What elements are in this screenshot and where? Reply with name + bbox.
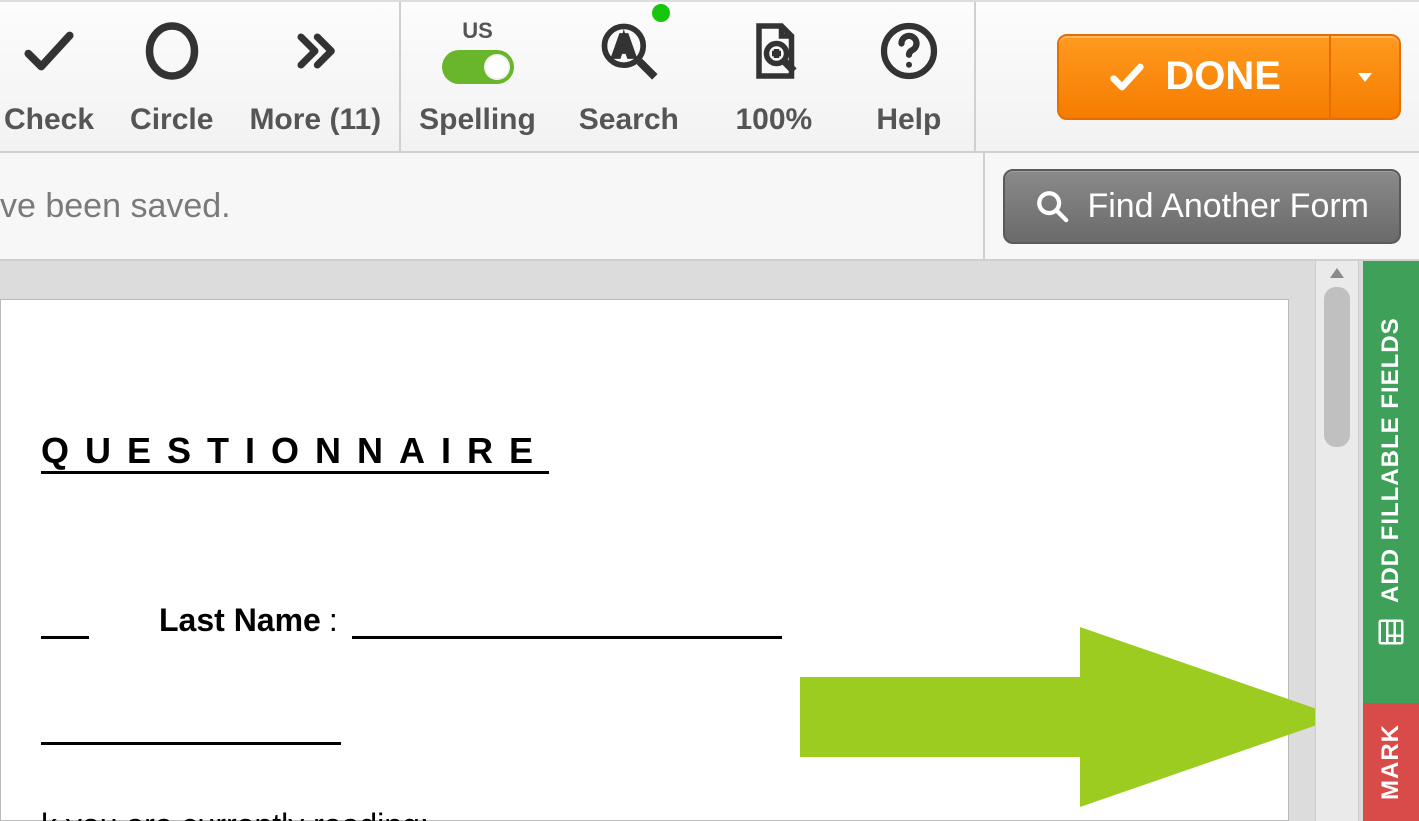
- scroll-up-button[interactable]: [1316, 261, 1358, 285]
- mark-tab-label: MARK: [1377, 724, 1405, 800]
- done-dropdown-button[interactable]: [1329, 36, 1399, 118]
- document-viewport[interactable]: QUESTIONNAIRE Last Name: k you are curre…: [0, 261, 1419, 821]
- circle-tool-label: Circle: [130, 103, 213, 137]
- search-a-icon: A: [598, 20, 660, 82]
- main-toolbar: Check Circle More (11) US Spelling: [0, 0, 1419, 153]
- spelling-tool-label: Spelling: [419, 103, 536, 137]
- form-fields-icon: [1376, 617, 1406, 647]
- circle-icon: [142, 21, 202, 81]
- caret-down-icon: [1353, 65, 1377, 89]
- circle-tool-button[interactable]: Circle: [112, 2, 231, 151]
- annotation-arrow: [800, 627, 1340, 807]
- last-name-blank[interactable]: [352, 605, 782, 639]
- help-tool-label: Help: [876, 103, 941, 137]
- status-message: ve been saved.: [0, 187, 983, 226]
- check-icon: [18, 20, 80, 82]
- zoom-page-icon: [744, 20, 804, 82]
- check-tool-button[interactable]: Check: [0, 2, 112, 151]
- spelling-region-label: US: [462, 18, 493, 44]
- search-tool-label: Search: [579, 103, 679, 137]
- add-fillable-fields-label: ADD FILLABLE FIELDS: [1377, 317, 1405, 603]
- spelling-toggle[interactable]: [442, 50, 514, 84]
- zoom-tool-button[interactable]: 100%: [704, 2, 844, 151]
- view-tool-group: US Spelling A Search 100% Help: [401, 2, 976, 151]
- check-tool-label: Check: [4, 103, 94, 137]
- more-tools-button[interactable]: More (11): [231, 2, 399, 151]
- find-another-form-label: Find Another Form: [1087, 187, 1369, 226]
- form-title: QUESTIONNAIRE: [41, 430, 1248, 472]
- vertical-scrollbar[interactable]: [1315, 261, 1359, 821]
- svg-text:A: A: [613, 31, 634, 63]
- more-tools-label: More (11): [249, 103, 381, 137]
- check-icon: [1107, 57, 1147, 97]
- mark-tab[interactable]: MARK: [1363, 703, 1419, 821]
- find-form-area: Find Another Form: [983, 153, 1419, 259]
- zoom-tool-label: 100%: [735, 103, 812, 137]
- status-bar: ve been saved. Find Another Form: [0, 153, 1419, 261]
- done-button-label: DONE: [1165, 54, 1281, 99]
- blank-field-2[interactable]: [41, 711, 341, 745]
- help-tool-button[interactable]: Help: [844, 2, 974, 151]
- search-tool-button[interactable]: A Search: [554, 2, 704, 151]
- done-button-area: DONE: [1039, 2, 1419, 151]
- done-split-button: DONE: [1057, 34, 1401, 120]
- chevron-double-right-icon: [287, 23, 343, 79]
- search-icon: [1035, 189, 1069, 223]
- search-notification-dot: [652, 4, 670, 22]
- scroll-thumb[interactable]: [1324, 287, 1350, 447]
- annotate-tool-group: Check Circle More (11): [0, 2, 401, 151]
- side-tabs: ADD FILLABLE FIELDS MARK: [1363, 261, 1419, 821]
- help-icon: [879, 21, 939, 81]
- reading-prompt: k you are currently reading:: [41, 807, 1248, 821]
- last-name-label: Last Name: [159, 602, 321, 639]
- add-fillable-fields-tab[interactable]: ADD FILLABLE FIELDS: [1363, 261, 1419, 703]
- spelling-tool-button[interactable]: US Spelling: [401, 2, 554, 151]
- first-name-blank[interactable]: [41, 605, 89, 639]
- find-another-form-button[interactable]: Find Another Form: [1003, 169, 1401, 244]
- toolbar-spacer: [976, 2, 1040, 151]
- caret-up-icon: [1329, 267, 1345, 279]
- done-button[interactable]: DONE: [1059, 36, 1329, 118]
- workspace: QUESTIONNAIRE Last Name: k you are curre…: [0, 261, 1419, 821]
